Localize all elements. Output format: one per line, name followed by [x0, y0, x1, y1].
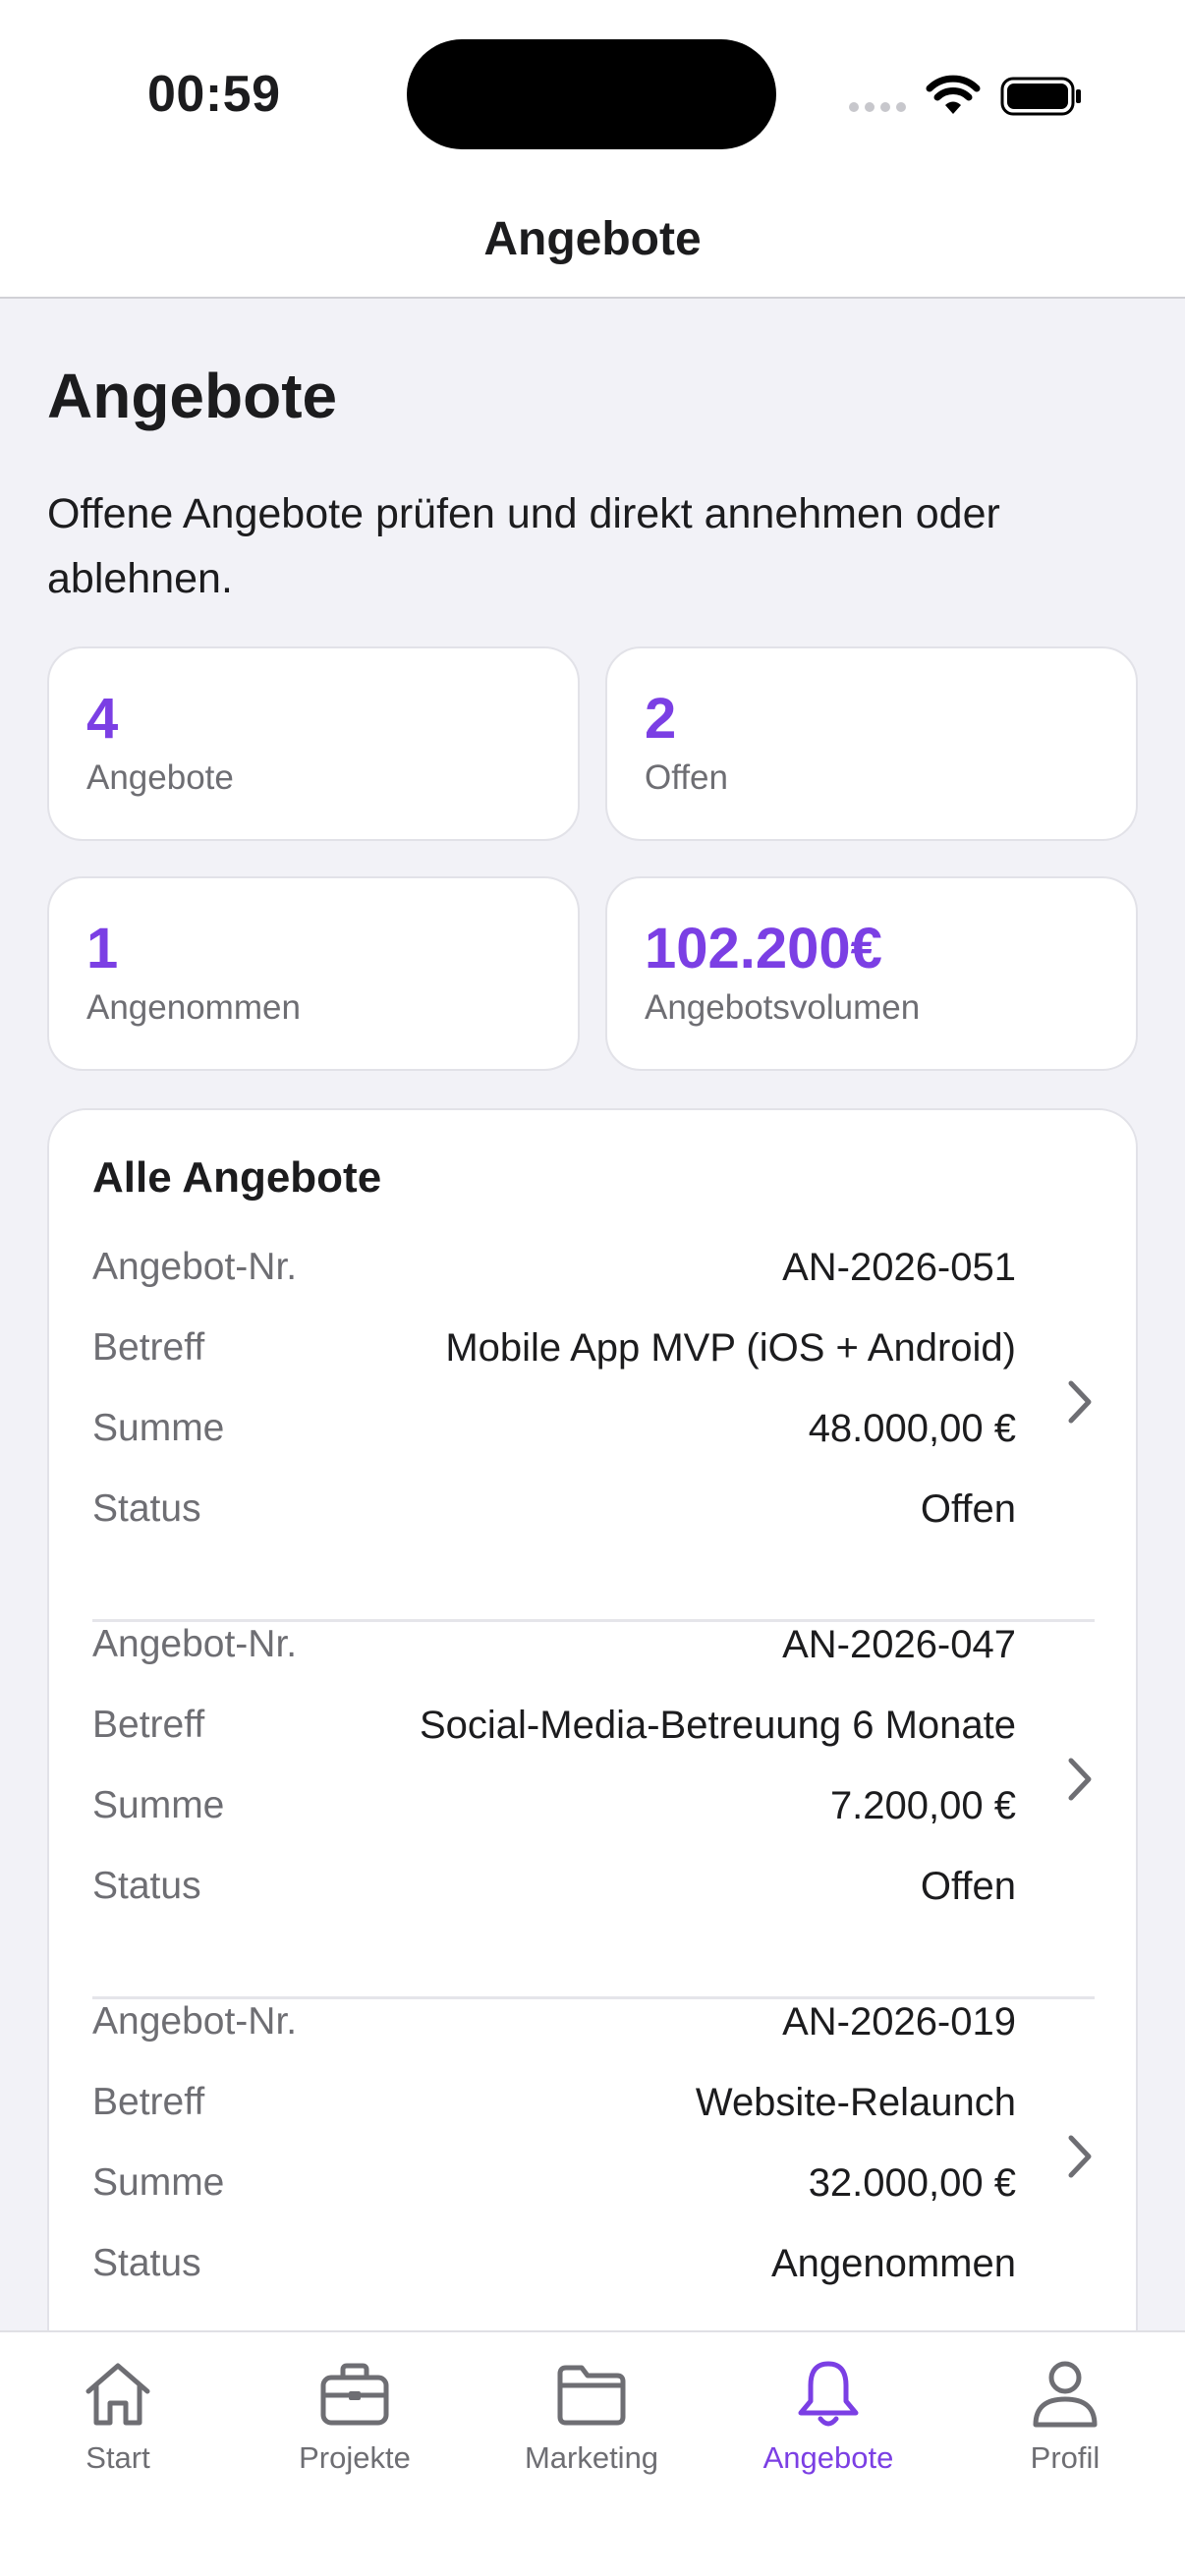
chevron-right-icon	[1068, 2135, 1092, 2178]
stat-value: 1	[86, 917, 119, 980]
tab-label: Projekte	[299, 2440, 411, 2475]
offer-status-value: Offen	[920, 1865, 1016, 1908]
cellular-signal-icon	[849, 102, 906, 112]
offer-sum-row: Summe 32.000,00 €	[92, 2161, 1016, 2220]
content-scroll-area[interactable]: Angebote Offene Angebote prüfen und dire…	[0, 299, 1185, 2332]
stat-label: Offen	[645, 758, 728, 797]
offer-row[interactable]: Angebot-Nr. AN-2026-047 Betreff Social-M…	[92, 1623, 1095, 2000]
offer-sum-label: Summe	[92, 2161, 225, 2204]
offer-subject-row: Betreff Social-Media-Betreuung 6 Monate	[92, 1704, 1016, 1763]
page-title: Angebote	[47, 361, 338, 431]
list-title: Alle Angebote	[92, 1153, 382, 1202]
offer-sum-row: Summe 7.200,00 €	[92, 1784, 1016, 1843]
offer-sum-label: Summe	[92, 1407, 225, 1449]
house-icon	[85, 2363, 150, 2426]
offer-subject-value: Mobile App MVP (iOS + Android)	[445, 1326, 1016, 1370]
stat-card-angebotsvolumen: 102.200€ Angebotsvolumen	[605, 876, 1138, 1071]
offer-subject-label: Betreff	[92, 2081, 205, 2123]
tab-profil[interactable]: Profil	[967, 2356, 1163, 2503]
battery-icon	[1000, 77, 1081, 116]
stat-label: Angenommen	[86, 988, 301, 1027]
offer-subject-label: Betreff	[92, 1704, 205, 1746]
wifi-icon	[926, 75, 981, 114]
offer-status-label: Status	[92, 2242, 201, 2284]
dynamic-island	[407, 39, 776, 149]
person-icon	[1033, 2361, 1098, 2428]
offer-sum-label: Summe	[92, 1784, 225, 1826]
stat-card-angebote: 4 Angebote	[47, 646, 580, 841]
stat-value: 102.200€	[645, 917, 882, 980]
stat-card-offen: 2 Offen	[605, 646, 1138, 841]
offer-subject-label: Betreff	[92, 1326, 205, 1369]
offer-number-value: AN-2026-019	[782, 2000, 1016, 2044]
status-bar: 00:59	[0, 0, 1185, 187]
offer-status-row: Status Offen	[92, 1865, 1016, 1924]
tab-marketing[interactable]: Marketing	[493, 2356, 690, 2503]
stat-value: 2	[645, 687, 677, 751]
offer-sum-value: 7.200,00 €	[829, 1784, 1016, 1827]
chevron-right-icon	[1068, 1758, 1092, 1801]
stat-label: Angebote	[86, 758, 234, 797]
offer-sum-value: 32.000,00 €	[808, 2161, 1016, 2205]
offer-number-row: Angebot-Nr. AN-2026-019	[92, 2000, 1016, 2059]
tab-label: Profil	[1030, 2440, 1100, 2475]
offer-number-row: Angebot-Nr. AN-2026-047	[92, 1623, 1016, 1682]
offer-number-label: Angebot-Nr.	[92, 1246, 298, 1288]
offer-status-label: Status	[92, 1487, 201, 1530]
offer-status-label: Status	[92, 1865, 201, 1907]
offer-sum-value: 48.000,00 €	[808, 1407, 1016, 1450]
offer-subject-row: Betreff Website-Relaunch	[92, 2081, 1016, 2140]
page-description: Offene Angebote prüfen und direkt annehm…	[47, 490, 1000, 602]
offer-status-value: Angenommen	[770, 2242, 1016, 2285]
offer-subject-value: Social-Media-Betreuung 6 Monate	[419, 1704, 1016, 1747]
divider	[92, 1996, 1095, 1999]
tab-projekte[interactable]: Projekte	[256, 2356, 453, 2503]
tab-angebote[interactable]: Angebote	[730, 2356, 927, 2503]
offer-row[interactable]: Angebot-Nr. AN-2026-051 Betreff Mobile A…	[92, 1246, 1095, 1623]
offer-subject-value: Website-Relaunch	[695, 2081, 1016, 2124]
offer-status-row: Status Offen	[92, 1487, 1016, 1546]
briefcase-icon	[320, 2363, 389, 2426]
stat-value: 4	[86, 687, 119, 751]
offer-row[interactable]: Angebot-Nr. AN-2026-019 Betreff Website-…	[92, 2000, 1095, 2332]
status-time: 00:59	[147, 66, 281, 123]
offer-number-label: Angebot-Nr.	[92, 2000, 298, 2043]
tab-start[interactable]: Start	[20, 2356, 216, 2503]
stat-card-angenommen: 1 Angenommen	[47, 876, 580, 1071]
offer-status-row: Status Angenommen	[92, 2242, 1016, 2301]
offer-subject-row: Betreff Mobile App MVP (iOS + Android)	[92, 1326, 1016, 1385]
navigation-bar: Angebote	[0, 187, 1185, 299]
nav-title: Angebote	[483, 213, 702, 265]
offer-status-value: Offen	[920, 1487, 1016, 1531]
tab-label: Start	[85, 2440, 150, 2475]
bell-icon	[798, 2361, 859, 2427]
stat-label: Angebotsvolumen	[645, 988, 921, 1027]
offer-sum-row: Summe 48.000,00 €	[92, 1407, 1016, 1466]
tab-label: Angebote	[762, 2440, 894, 2475]
chevron-right-icon	[1068, 1380, 1092, 1424]
divider	[92, 1619, 1095, 1622]
folder-icon	[557, 2365, 626, 2426]
offer-number-label: Angebot-Nr.	[92, 1623, 298, 1665]
tab-label: Marketing	[524, 2440, 659, 2475]
offers-list-card: Alle Angebote Angebot-Nr. AN-2026-051 Be…	[47, 1108, 1138, 2332]
offer-number-row: Angebot-Nr. AN-2026-051	[92, 1246, 1016, 1305]
tab-bar: Start Projekte Marketing Angebote Profil	[0, 2330, 1185, 2576]
offer-number-value: AN-2026-047	[782, 1623, 1016, 1666]
offer-number-value: AN-2026-051	[782, 1246, 1016, 1289]
